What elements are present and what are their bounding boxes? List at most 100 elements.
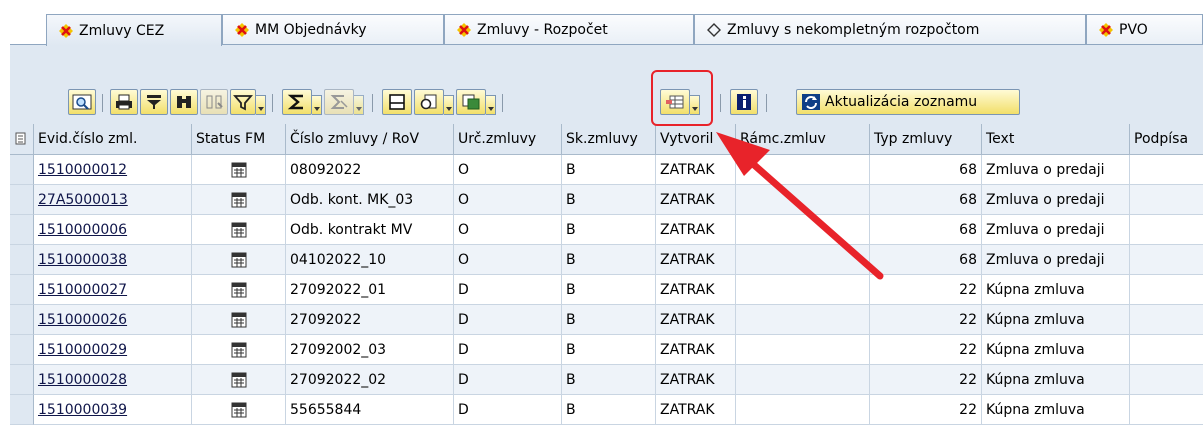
- col-header-typ-zmluvy[interactable]: Typ zmluvy: [870, 124, 982, 154]
- find-next-button[interactable]: [200, 89, 228, 115]
- row-selector[interactable]: [10, 395, 34, 425]
- evid-cislo-link[interactable]: 1510000027: [38, 282, 127, 298]
- tab-pvo[interactable]: PVO: [1086, 14, 1203, 45]
- status-fm-icon: [231, 342, 246, 357]
- row-selector[interactable]: [10, 335, 34, 365]
- table-row[interactable]: 1510000028 27092022_02 D B ZATRAK 22 Kúpna zml…: [10, 365, 1203, 395]
- table-row[interactable]: 1510000027 27092022_01 D B ZATRAK 22 Kúpna zml…: [10, 275, 1203, 305]
- status-fm-icon: [231, 222, 246, 237]
- sum-button[interactable]: [282, 89, 312, 115]
- filter-dropdown[interactable]: [256, 95, 266, 115]
- vytvoril-cell: ZATRAK: [656, 275, 736, 305]
- text-cell: Zmluva o predaji: [982, 245, 1130, 275]
- table-row[interactable]: 1510000029 27092002_03 D B ZATRAK 22 Kúpna zml…: [10, 335, 1203, 365]
- evid-cislo-link[interactable]: 1510000006: [38, 222, 127, 238]
- row-selector[interactable]: [10, 215, 34, 245]
- col-header-status-fm[interactable]: Status FM: [192, 124, 286, 154]
- typ-zmluvy-cell: 68: [870, 185, 982, 215]
- col-header-evid[interactable]: Evid.číslo zml.: [34, 124, 192, 154]
- evid-cislo-link[interactable]: 1510000012: [38, 162, 127, 178]
- podpisal-cell: [1130, 365, 1203, 395]
- typ-zmluvy-cell: 68: [870, 245, 982, 275]
- cislo-zmluvy-cell: 27092022_02: [286, 365, 454, 395]
- col-header-podpisal[interactable]: Podpísa: [1130, 124, 1203, 154]
- toolbar-separator: [502, 94, 503, 112]
- export-dropdown[interactable]: [486, 95, 496, 115]
- col-header-sk-zmluvy[interactable]: Sk.zmluvy: [562, 124, 656, 154]
- evid-cislo-cell[interactable]: 1510000029: [34, 335, 192, 365]
- ramc-zmluv-cell: [736, 245, 870, 275]
- tab-zmluvy-rozpocet[interactable]: Zmluvy - Rozpočet: [444, 14, 694, 45]
- evid-cislo-link[interactable]: 27A5000013: [38, 192, 128, 208]
- vytvoril-cell: ZATRAK: [656, 395, 736, 425]
- filter-set-icon: [147, 95, 161, 109]
- find-next-icon: [206, 95, 223, 109]
- status-fm-cell: [192, 215, 286, 245]
- details-button[interactable]: [68, 89, 96, 115]
- info-button[interactable]: [730, 89, 758, 115]
- row-selector[interactable]: [10, 185, 34, 215]
- col-header-ramc-zmluv[interactable]: Rámc.zmluv: [736, 124, 870, 154]
- status-fm-icon: [231, 312, 246, 327]
- export-button[interactable]: [456, 89, 486, 115]
- col-header-cislo-zmluvy[interactable]: Číslo zmluvy / RoV: [286, 124, 454, 154]
- typ-zmluvy-cell: 22: [870, 305, 982, 335]
- evid-cislo-cell[interactable]: 1510000038: [34, 245, 192, 275]
- sum-dropdown[interactable]: [312, 95, 322, 115]
- ramc-zmluv-cell: [736, 155, 870, 185]
- ramc-zmluv-cell: [736, 335, 870, 365]
- row-selector[interactable]: [10, 155, 34, 185]
- print-preview-button[interactable]: [382, 89, 412, 115]
- evid-cislo-cell[interactable]: 1510000027: [34, 275, 192, 305]
- evid-cislo-link[interactable]: 1510000029: [38, 342, 127, 358]
- tab-label: Zmluvy s nekompletným rozpočtom: [727, 22, 980, 38]
- subtotal-button[interactable]: [324, 89, 354, 115]
- export-word-dropdown[interactable]: [444, 95, 454, 115]
- tab-mm-objednavky[interactable]: MM Objednávky: [222, 14, 444, 45]
- col-header-vytvoril[interactable]: Vytvoril: [656, 124, 736, 154]
- evid-cislo-link[interactable]: 1510000026: [38, 312, 127, 328]
- row-selector[interactable]: [10, 245, 34, 275]
- status-fm-cell: [192, 365, 286, 395]
- evid-cislo-link[interactable]: 1510000039: [38, 402, 127, 418]
- row-selector[interactable]: [10, 305, 34, 335]
- table-row[interactable]: 1510000012 08092022 O B ZATRAK 68 Zmluva o pre…: [10, 155, 1203, 185]
- col-header-text[interactable]: Text: [982, 124, 1130, 154]
- find-button[interactable]: [170, 89, 198, 115]
- select-all-icon[interactable]: [10, 124, 34, 154]
- sk-zmluvy-cell: B: [562, 245, 656, 275]
- evid-cislo-cell[interactable]: 1510000026: [34, 305, 192, 335]
- table-row[interactable]: 1510000026 27092022 D B ZATRAK 22 Kúpna zmluva: [10, 305, 1203, 335]
- subtotal-dropdown[interactable]: [354, 95, 364, 115]
- evid-cislo-link[interactable]: 1510000038: [38, 252, 127, 268]
- evid-cislo-cell[interactable]: 27A5000013: [34, 185, 192, 215]
- filter-button[interactable]: [230, 89, 256, 115]
- table-row[interactable]: 27A5000013 Odb. kont. MK_03 O B ZATRAK 68 Zmlu…: [10, 185, 1203, 215]
- table-row[interactable]: 1510000006 Odb. kontrakt MV O B ZATRAK 68 Zmlu…: [10, 215, 1203, 245]
- typ-zmluvy-cell: 22: [870, 275, 982, 305]
- evid-cislo-cell[interactable]: 1510000039: [34, 395, 192, 425]
- evid-cislo-cell[interactable]: 1510000006: [34, 215, 192, 245]
- status-fm-cell: [192, 185, 286, 215]
- refresh-list-button[interactable]: Aktualizácia zoznamu: [796, 89, 1020, 115]
- status-fm-cell: [192, 275, 286, 305]
- filter-set-button[interactable]: [140, 89, 168, 115]
- evid-cislo-cell[interactable]: 1510000012: [34, 155, 192, 185]
- evid-cislo-cell[interactable]: 1510000028: [34, 365, 192, 395]
- typ-zmluvy-cell: 22: [870, 365, 982, 395]
- row-selector[interactable]: [10, 365, 34, 395]
- table-row[interactable]: 1510000038 04102022_10 O B ZATRAK 68 Zmluva o …: [10, 245, 1203, 275]
- table-row[interactable]: 1510000039 55655844 D B ZATRAK 22 Kúpna zmluva: [10, 395, 1203, 425]
- row-selector[interactable]: [10, 275, 34, 305]
- print-button[interactable]: [110, 89, 138, 115]
- export-word-button[interactable]: [414, 89, 444, 115]
- evid-cislo-link[interactable]: 1510000028: [38, 372, 127, 388]
- urc-zmluvy-cell: D: [454, 275, 562, 305]
- status-fm-icon: [231, 252, 246, 267]
- cislo-zmluvy-cell: 55655844: [286, 395, 454, 425]
- tab-zmluvy-nekompletne[interactable]: Zmluvy s nekompletným rozpočtom: [694, 14, 1086, 45]
- cislo-zmluvy-cell: 27092022: [286, 305, 454, 335]
- col-header-urc-zmluvy[interactable]: Urč.zmluvy: [454, 124, 562, 154]
- tab-zmluvy-cez[interactable]: Zmluvy CEZ: [46, 14, 222, 46]
- highlight-box: [651, 70, 713, 126]
